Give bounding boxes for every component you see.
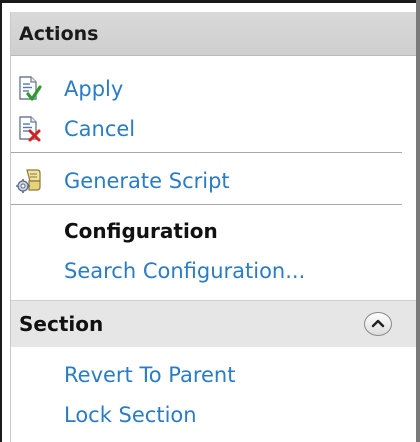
generate-script-action[interactable]: Generate Script — [11, 162, 416, 200]
lock-section-link[interactable]: Lock Section — [64, 403, 197, 427]
apply-action[interactable]: Apply — [11, 70, 416, 108]
search-configuration-action[interactable]: Search Configuration... — [11, 252, 416, 290]
divider — [11, 204, 402, 205]
divider — [11, 152, 402, 153]
actions-window: Actions Apply Cancel Generate Script Con… — [0, 0, 420, 442]
configuration-group: Configuration — [11, 212, 416, 250]
apply-link[interactable]: Apply — [64, 77, 123, 101]
actions-header: Actions — [11, 12, 416, 56]
chevron-up-icon — [371, 319, 385, 328]
window-top-border — [0, 0, 420, 3]
section-title: Section — [19, 312, 104, 336]
cancel-link[interactable]: Cancel — [64, 117, 135, 141]
section-collapse-button[interactable] — [364, 312, 392, 336]
document-check-icon — [15, 75, 43, 103]
configuration-heading: Configuration — [64, 219, 218, 243]
document-x-icon — [15, 115, 43, 143]
actions-title: Actions — [19, 22, 99, 45]
window-left-border — [0, 0, 2, 442]
lock-section-action[interactable]: Lock Section — [11, 396, 416, 434]
generate-script-link[interactable]: Generate Script — [64, 169, 230, 193]
revert-to-parent-link[interactable]: Revert To Parent — [64, 363, 235, 387]
revert-to-parent-action[interactable]: Revert To Parent — [11, 356, 416, 394]
cancel-action[interactable]: Cancel — [11, 110, 416, 148]
search-configuration-link[interactable]: Search Configuration... — [64, 259, 305, 283]
actions-pane: Actions Apply Cancel Generate Script Con… — [10, 12, 416, 442]
script-icon — [15, 167, 43, 195]
window-right-border — [416, 0, 420, 442]
section-header: Section — [11, 300, 416, 347]
